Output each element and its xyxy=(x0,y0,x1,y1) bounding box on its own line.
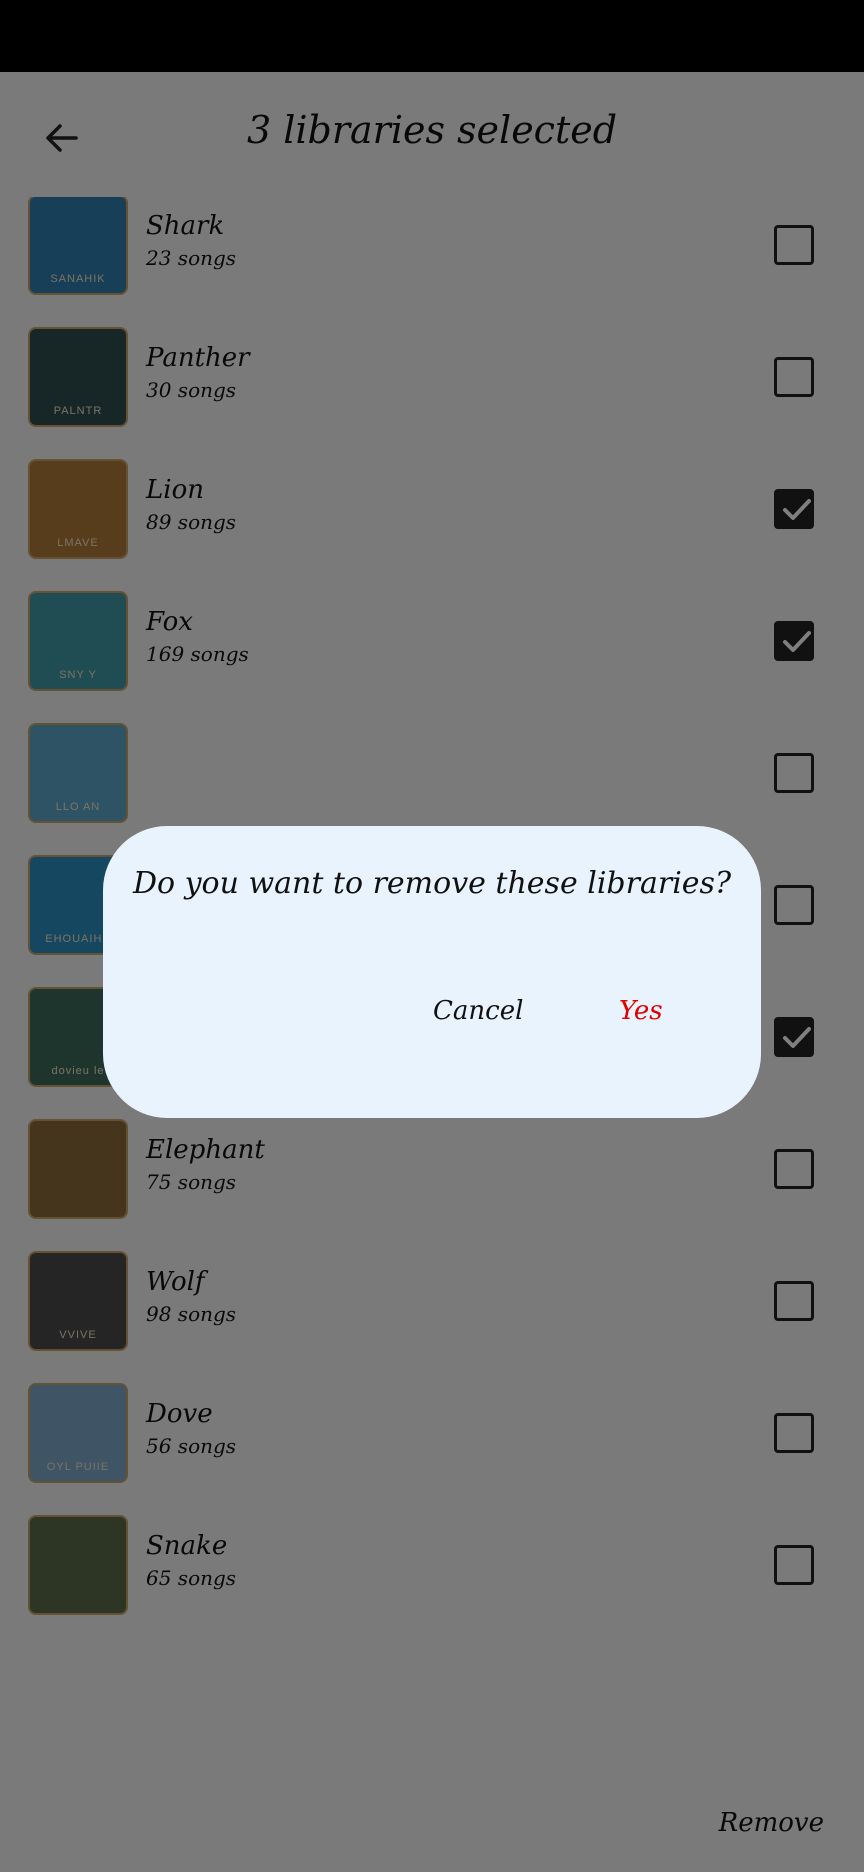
dialog-message: Do you want to remove these libraries? xyxy=(132,866,732,901)
cancel-button[interactable]: Cancel xyxy=(433,996,523,1026)
status-bar xyxy=(0,0,864,72)
yes-button[interactable]: Yes xyxy=(619,996,663,1026)
remove-confirm-dialog: Do you want to remove these libraries? C… xyxy=(103,826,761,1118)
